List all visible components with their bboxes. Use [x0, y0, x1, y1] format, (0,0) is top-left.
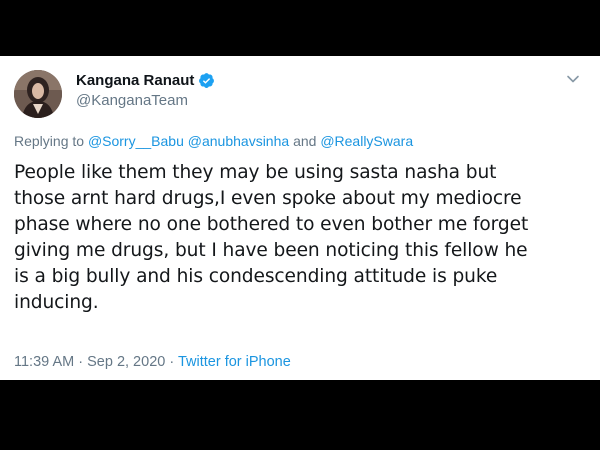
profile-photo-icon [14, 70, 62, 118]
replying-to-label: Replying to [14, 133, 85, 149]
mention-link[interactable]: @ReallySwara [320, 133, 413, 149]
author-block: Kangana Ranaut @KanganaTeam [76, 70, 215, 109]
meta-separator: · [78, 354, 84, 370]
tweet-text-line: phase where no one bothered to even both… [14, 214, 529, 235]
tweet-date[interactable]: Sep 2, 2020 [87, 354, 165, 370]
avatar[interactable] [14, 70, 62, 118]
tweet-meta: 11:39 AM · Sep 2, 2020 · Twitter for iPh… [14, 354, 291, 370]
tweet-text-line: is a big bully and his condescending att… [14, 266, 498, 287]
chevron-down-icon[interactable] [566, 72, 580, 86]
tweet-text-line: those arnt hard drugs,I even spoke about… [14, 188, 522, 209]
tweet-text-line: inducing. [14, 292, 99, 313]
tweet-text-line: giving me drugs, but I have been noticin… [14, 240, 528, 261]
meta-separator: · [169, 354, 175, 370]
tweet-text-line: People like them they may be using sasta… [14, 162, 497, 183]
display-name-row: Kangana Ranaut [76, 70, 215, 90]
tweet-card: Kangana Ranaut @KanganaTeam Replying to … [0, 56, 600, 380]
mention-link[interactable]: @Sorry__Babu [88, 133, 184, 149]
mention-conjunction: and [293, 133, 317, 149]
verified-badge-icon [198, 72, 215, 89]
mention-link[interactable]: @anubhavsinha [188, 133, 289, 149]
tweet-source[interactable]: Twitter for iPhone [178, 354, 291, 370]
tweet-text: People like them they may be using sasta… [14, 160, 586, 316]
display-name[interactable]: Kangana Ranaut [76, 72, 194, 89]
screenshot-frame: Kangana Ranaut @KanganaTeam Replying to … [0, 0, 600, 450]
replying-to: Replying to @Sorry__Babu @anubhavsinha a… [14, 133, 413, 149]
tweet-time[interactable]: 11:39 AM [14, 354, 74, 370]
user-handle[interactable]: @KanganaTeam [76, 92, 215, 109]
